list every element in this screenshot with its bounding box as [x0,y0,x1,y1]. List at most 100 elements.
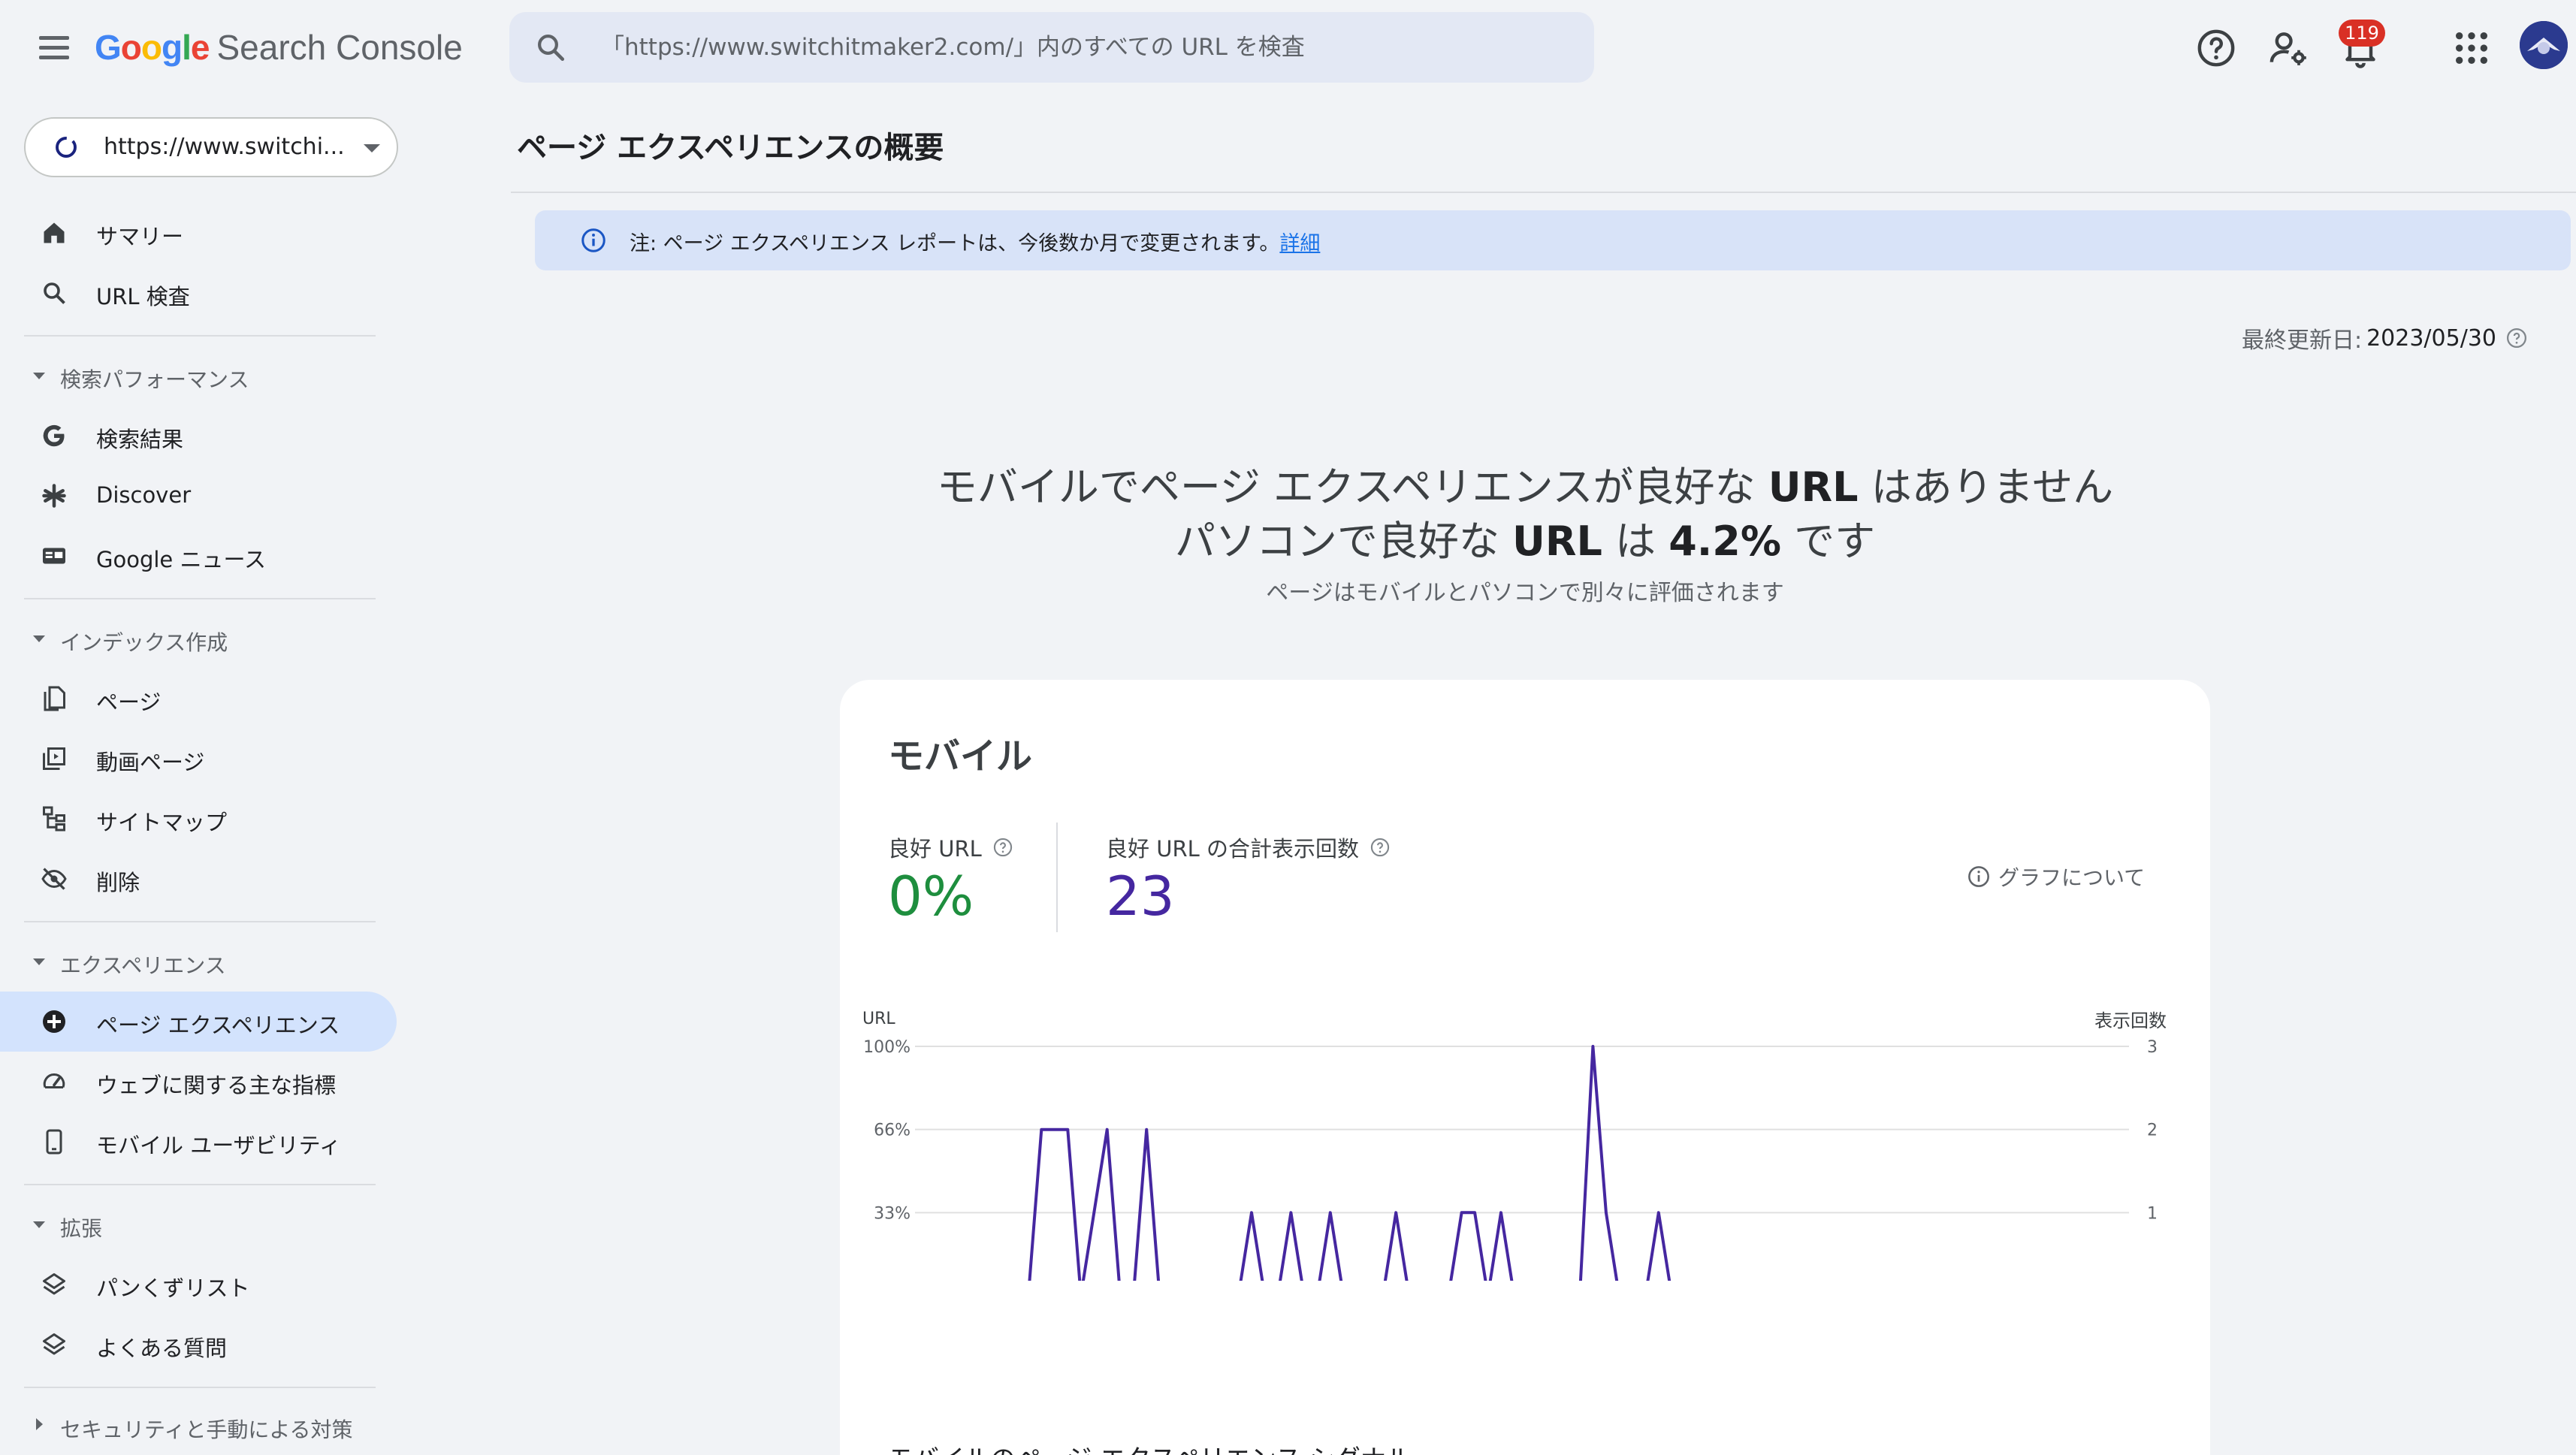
home-icon [44,222,65,243]
sidebar-item-label: 削除 [96,870,140,895]
logo-letter: G [95,28,122,67]
y-tick-label-right: 3 [2147,1038,2158,1057]
y-axis-title-left: URL [862,1010,895,1028]
account-avatar[interactable] [2520,21,2568,69]
sidebar-divider [24,921,376,922]
headline-url-word: URL [1768,463,1859,511]
good-url-impressions-value: 23 [1106,865,1175,928]
sidebar-item-label: モバイル ユーザビリティ [96,1133,341,1158]
good-url-impressions-label: 良好 URL の合計表示回数 [1106,832,1391,863]
sidebar-item-removals[interactable]: 削除 [0,849,397,909]
user-settings-icon[interactable] [2267,27,2309,69]
metric-label-text: 良好 URL [888,836,982,862]
sidebar-item-label: Google ニュース [96,547,267,572]
headline-text: は [1615,518,1656,565]
sidebar-item-sitemaps[interactable]: サイトマップ [0,789,397,849]
asterisk-icon [42,484,66,508]
google-wordmark: Google [95,27,210,68]
notice-message: 注: ページ エクスペリエンス レポートは、今後数か月で変更されます。 [630,232,1280,255]
google-g-icon [43,424,65,447]
section-security-manual-actions[interactable]: セキュリティと手動による対策 [0,1403,391,1450]
search-console-app: Google Search Console 119 [0,0,2576,1455]
sidebar-item-label: ウェブに関する主な指標 [96,1073,337,1098]
logo-letter: e [190,28,210,67]
help-icon[interactable] [1370,837,1391,858]
last-updated-date: 2023/05/30 [2366,325,2496,352]
sidebar-item-page-experience[interactable]: ページ エクスペリエンス [0,992,397,1052]
good-url-metric-value: 0% [888,865,974,928]
notice-text: 注: ページ エクスペリエンス レポートは、今後数か月で変更されます。詳細 [630,227,1320,256]
sidebar-item-label: サイトマップ [96,810,228,835]
sidebar-divider [24,1387,376,1388]
eye-off-icon [41,868,67,890]
sidebar-item-core-web-vitals[interactable]: ウェブに関する主な指標 [0,1052,397,1112]
y-tick-label-left: 33% [874,1204,911,1223]
logo-letter: l [182,28,192,67]
collapse-caret-icon [33,373,45,379]
section-title: インデックス作成 [60,630,228,655]
sidebar-item-faq[interactable]: よくある質問 [0,1315,397,1375]
property-selector[interactable]: https://www.switchi... [24,117,398,177]
section-indexing[interactable]: インデックス作成 [0,616,391,663]
y-tick-label-left: 66% [874,1121,911,1140]
section-title: 検索パフォーマンス [60,367,249,392]
sidebar-divider [24,335,376,337]
logo-letter: g [162,28,183,67]
logo-letter: o [120,28,142,67]
about-graph-label: グラフについて [1998,865,2146,890]
y-tick-label-left: 100% [863,1038,911,1057]
sidebar-item-breadcrumbs[interactable]: パンくずリスト [0,1254,397,1315]
about-graph-button[interactable]: グラフについて [1967,862,2145,892]
info-icon [1968,866,1989,887]
headline-text: はありません [1871,463,2114,511]
layers-icon [43,1333,65,1355]
gauge-icon [43,1073,65,1088]
chevron-down-icon [364,144,380,152]
sidebar-item-label: ページ エクスペリエンス [96,1013,340,1038]
apps-grid-icon[interactable] [2451,27,2493,69]
sidebar-item-label: 動画ページ [96,750,205,775]
card-title: モバイル [888,735,1033,777]
url-inspect-input[interactable] [601,23,1563,72]
collapse-caret-icon [33,1221,45,1228]
logo-letter: o [140,28,162,67]
sidebar-item-mobile-usability[interactable]: モバイル ユーザビリティ [0,1112,397,1172]
sidebar-item-search-results[interactable]: 検索結果 [0,406,397,466]
property-icon [56,137,77,158]
help-icon[interactable] [2195,27,2237,69]
notice-details-link[interactable]: 詳細 [1279,232,1320,255]
help-icon[interactable] [992,837,1013,858]
y-tick-label-right: 1 [2147,1204,2158,1223]
info-icon [581,228,605,252]
page-experience-icon [43,1010,65,1033]
section-experience[interactable]: エクスペリエンス [0,939,391,986]
news-icon [43,548,65,564]
url-inspect-search-bar[interactable] [509,12,1594,83]
sidebar-item-summary[interactable]: サマリー [0,203,397,263]
collapse-caret-icon [33,635,45,642]
product-name: Search Console [216,28,463,67]
sidebar-item-google-news[interactable]: Google ニュース [0,526,397,586]
sidebar-item-pages[interactable]: ページ [0,669,397,729]
layers-icon [43,1273,65,1295]
top-bar: Google Search Console 119 [0,0,2576,96]
sidebar-item-url-inspection[interactable]: URL 検査 [0,263,397,323]
headline-text: です [1794,518,1876,565]
sidebar-item-label: URL 検査 [96,284,190,309]
section-search-performance[interactable]: 検索パフォーマンス [0,353,391,400]
headline-url-word: URL [1512,518,1602,565]
metric-label-text: 良好 URL の合計表示回数 [1106,836,1359,862]
series-line-good-url [1028,1045,1672,1281]
sidebar-item-video-pages[interactable]: 動画ページ [0,729,397,789]
sidebar-item-discover[interactable]: Discover [0,466,397,526]
section-enhancements[interactable]: 拡張 [0,1202,391,1248]
expand-caret-icon [36,1418,43,1430]
search-console-logo[interactable]: Google Search Console [95,27,463,72]
section-title: セキュリティと手動による対策 [60,1417,353,1442]
good-url-metric-label: 良好 URL [888,832,1013,863]
sidebar-item-label: パンくずリスト [96,1275,250,1301]
sidebar-item-label: よくある質問 [96,1336,228,1361]
property-url: https://www.switchi... [104,134,345,160]
help-icon[interactable] [2505,327,2528,349]
main-menu-button[interactable] [30,29,78,68]
